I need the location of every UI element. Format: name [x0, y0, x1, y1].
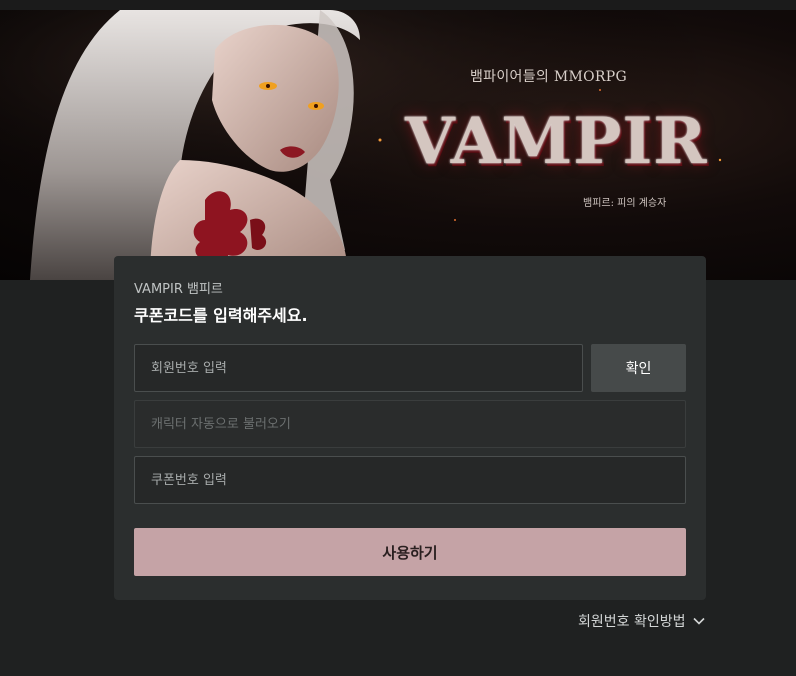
top-bar — [0, 0, 796, 10]
use-coupon-button[interactable]: 사용하기 — [134, 528, 686, 576]
member-number-help-link[interactable]: 회원번호 확인방법 — [578, 611, 706, 631]
card-title: 쿠폰코드를 입력해주세요. — [134, 306, 308, 325]
logo-subtitle: 뱀피르: 피의 계승자 — [583, 198, 667, 209]
vampir-logo: VAMPIR — [405, 104, 708, 179]
confirm-button[interactable]: 확인 — [591, 344, 686, 392]
help-link-label: 회원번호 확인방법 — [578, 614, 686, 630]
hero-banner: 뱀파이어들의 MMORPG VAMPIR 뱀피르: 피의 계승자 — [0, 10, 796, 280]
chevron-down-icon — [692, 617, 705, 625]
character-auto-load-input — [134, 400, 686, 448]
member-number-input[interactable] — [134, 344, 583, 392]
game-name: VAMPIR 뱀피르 — [134, 282, 223, 297]
coupon-card: VAMPIR 뱀피르 쿠폰코드를 입력해주세요. 확인 사용하기 — [114, 256, 706, 600]
banner-tagline: 뱀파이어들의 MMORPG — [470, 69, 627, 85]
coupon-number-input[interactable] — [134, 456, 686, 504]
